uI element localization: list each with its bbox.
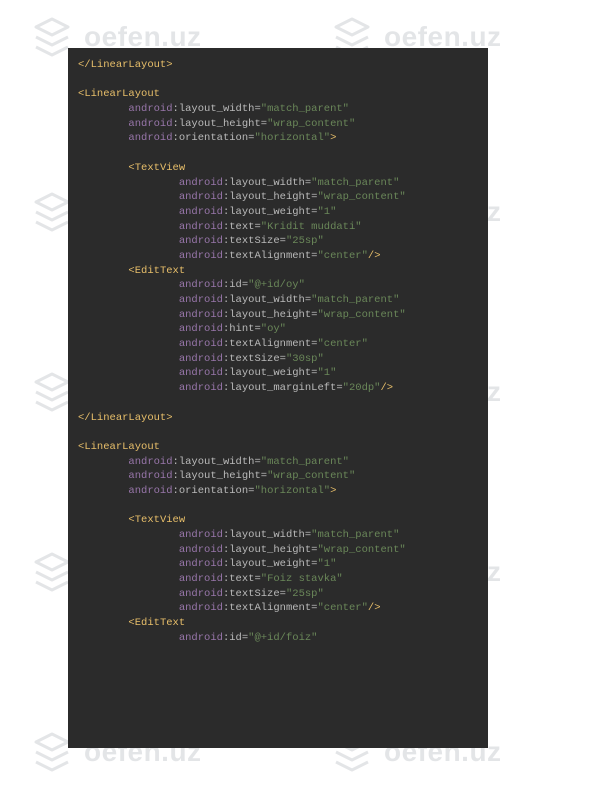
code-line: </LinearLayout> [78, 411, 488, 426]
code-line: android:textAlignment="center" [78, 337, 488, 352]
code-line: android:orientation="horizontal"> [78, 131, 488, 146]
code-line: android:hint="oy" [78, 322, 488, 337]
code-line [78, 396, 488, 411]
code-line [78, 73, 488, 88]
code-line: android:layout_height="wrap_content" [78, 117, 488, 132]
code-line: android:textSize="25sp" [78, 587, 488, 602]
code-line [78, 146, 488, 161]
code-line: <LinearLayout [78, 440, 488, 455]
code-line: android:id="@+id/foiz" [78, 631, 488, 646]
code-line: android:layout_height="wrap_content" [78, 543, 488, 558]
code-line: android:textAlignment="center"/> [78, 249, 488, 264]
code-line: android:layout_width="match_parent" [78, 176, 488, 191]
code-line: android:id="@+id/oy" [78, 278, 488, 293]
code-line: android:layout_weight="1" [78, 557, 488, 572]
code-line: android:layout_weight="1" [78, 205, 488, 220]
code-line: <EditText [78, 264, 488, 279]
code-line: android:text="Kridit muddati" [78, 220, 488, 235]
code-line [78, 425, 488, 440]
code-line: android:orientation="horizontal"> [78, 484, 488, 499]
code-line: <EditText [78, 616, 488, 631]
code-line: android:textSize="30sp" [78, 352, 488, 367]
code-line: android:layout_height="wrap_content" [78, 308, 488, 323]
code-line: android:layout_height="wrap_content" [78, 190, 488, 205]
code-line: android:layout_width="match_parent" [78, 528, 488, 543]
code-line: <TextView [78, 513, 488, 528]
code-line: android:layout_marginLeft="20dp"/> [78, 381, 488, 396]
code-line: </LinearLayout> [78, 58, 488, 73]
code-line: android:textSize="25sp" [78, 234, 488, 249]
code-line: android:textAlignment="center"/> [78, 601, 488, 616]
code-line: android:layout_width="match_parent" [78, 102, 488, 117]
code-line [78, 499, 488, 514]
code-line: <TextView [78, 161, 488, 176]
code-line: android:layout_height="wrap_content" [78, 469, 488, 484]
code-line: <LinearLayout [78, 87, 488, 102]
code-line: android:text="Foiz stavka" [78, 572, 488, 587]
code-block: </LinearLayout> <LinearLayout android:la… [68, 48, 488, 748]
code-line: android:layout_width="match_parent" [78, 293, 488, 308]
code-line: android:layout_weight="1" [78, 366, 488, 381]
code-line: android:layout_width="match_parent" [78, 455, 488, 470]
